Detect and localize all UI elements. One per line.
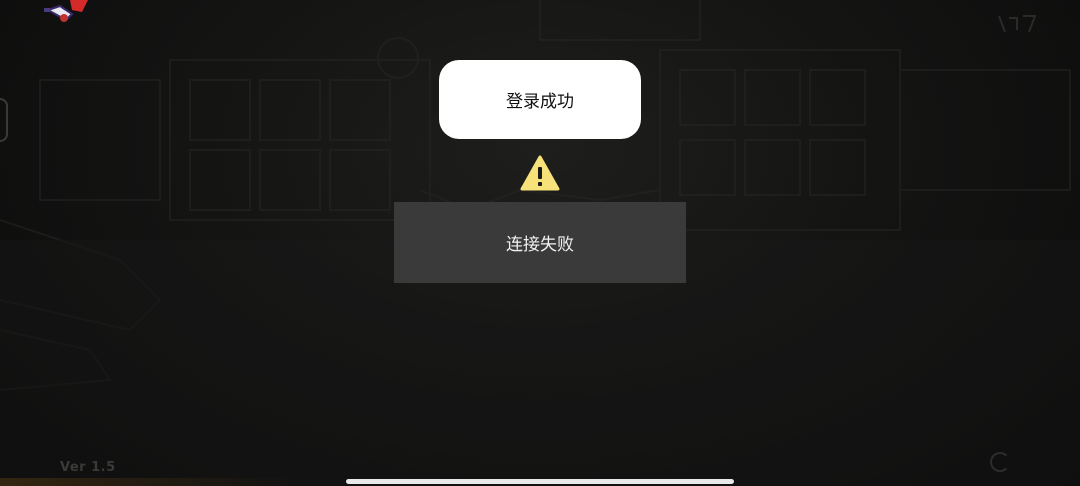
error-message: 连接失败 <box>506 235 574 255</box>
warning-icon <box>520 155 560 191</box>
side-menu-handle[interactable] <box>0 98 8 142</box>
toast-message: 登录成功 <box>506 92 574 112</box>
home-indicator[interactable] <box>346 479 734 484</box>
version-label: Ver 1.5 <box>60 460 116 475</box>
connection-error-dialog[interactable]: 连接失败 <box>394 202 686 283</box>
bottom-glow <box>0 478 300 486</box>
login-success-toast: 登录成功 <box>439 60 641 139</box>
game-screen: Ver 1.5 登录成功 连接失败 <box>0 0 1080 486</box>
game-logo-icon <box>44 0 88 22</box>
corner-decoration-icon <box>998 15 1037 33</box>
loading-spinner-icon <box>990 452 1010 472</box>
